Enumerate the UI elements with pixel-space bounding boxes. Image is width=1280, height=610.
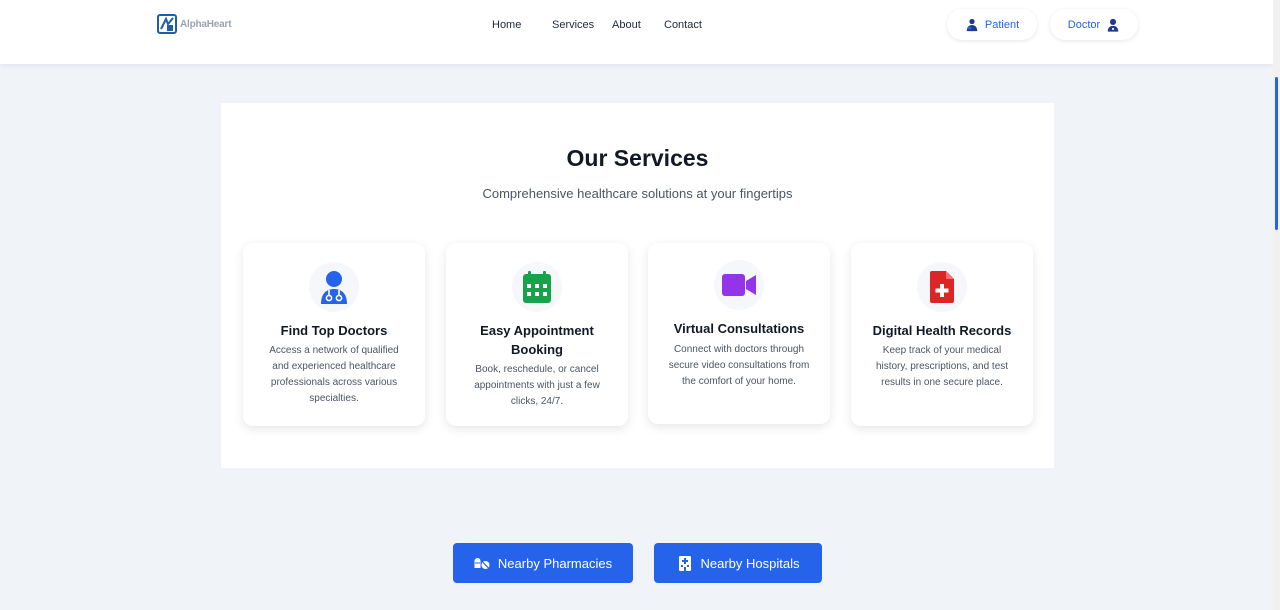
patient-login-button[interactable]: Patient — [947, 9, 1037, 40]
card-title: Virtual Consultations — [673, 321, 805, 336]
doctor-login-button[interactable]: Doctor — [1050, 9, 1138, 40]
card-title: Find Top Doctors — [280, 323, 388, 338]
nav-contact-link[interactable]: Contact — [664, 17, 702, 33]
patient-icon — [966, 18, 978, 31]
card-description: Keep track of your medical history, pres… — [875, 345, 1009, 388]
nav-about-link[interactable]: About — [612, 17, 641, 33]
card-title: Digital Health Records — [872, 323, 1012, 338]
doctor-label: Doctor — [1067, 18, 1101, 31]
services-subtitle: Comprehensive healthcare solutions at yo… — [482, 186, 793, 201]
nearby-hospitals-label: Nearby Hospitals — [700, 555, 800, 571]
calendar-icon — [523, 271, 551, 303]
card-description: Connect with doctors through secure vide… — [668, 344, 810, 387]
nearby-hospitals-button[interactable]: Nearby Hospitals — [654, 543, 822, 583]
card-description: Access a network of qualified and experi… — [269, 345, 399, 404]
medical-file-icon — [930, 271, 954, 303]
doctor-user-icon — [1107, 18, 1119, 32]
services-title: Our Services — [566, 145, 709, 171]
card-description: Book, reschedule, or cancel appointments… — [474, 364, 600, 407]
hospital-icon — [678, 556, 691, 571]
scrollbar-thumb[interactable] — [1275, 77, 1278, 230]
nav-services-link[interactable]: Services — [552, 17, 594, 33]
pills-icon — [474, 558, 490, 569]
top-navbar: AlphaHeart Home Services About Contact P… — [0, 0, 1273, 64]
card-title: Easy Appointment Booking — [480, 323, 594, 357]
nearby-pharmacies-button[interactable]: Nearby Pharmacies — [453, 543, 633, 583]
service-card-appointment[interactable]: Easy Appointment Booking Book, reschedul… — [446, 243, 628, 426]
card-icon-container — [309, 262, 359, 312]
service-card-health-records[interactable]: Digital Health Records Keep track of you… — [851, 243, 1033, 426]
card-icon-container — [917, 262, 967, 312]
nearby-pharmacies-label: Nearby Pharmacies — [497, 555, 613, 571]
service-card-find-doctors[interactable]: Find Top Doctors Access a network of qua… — [243, 243, 425, 426]
service-card-virtual[interactable]: Virtual Consultations Connect with docto… — [648, 243, 830, 424]
nav-home-link[interactable]: Home — [492, 17, 521, 33]
page-scrollbar[interactable] — [1273, 0, 1280, 610]
video-icon — [722, 274, 756, 296]
card-icon-container — [512, 262, 562, 312]
card-icon-container — [714, 260, 764, 310]
doctor-icon — [321, 271, 347, 304]
patient-label: Patient — [984, 18, 1020, 31]
